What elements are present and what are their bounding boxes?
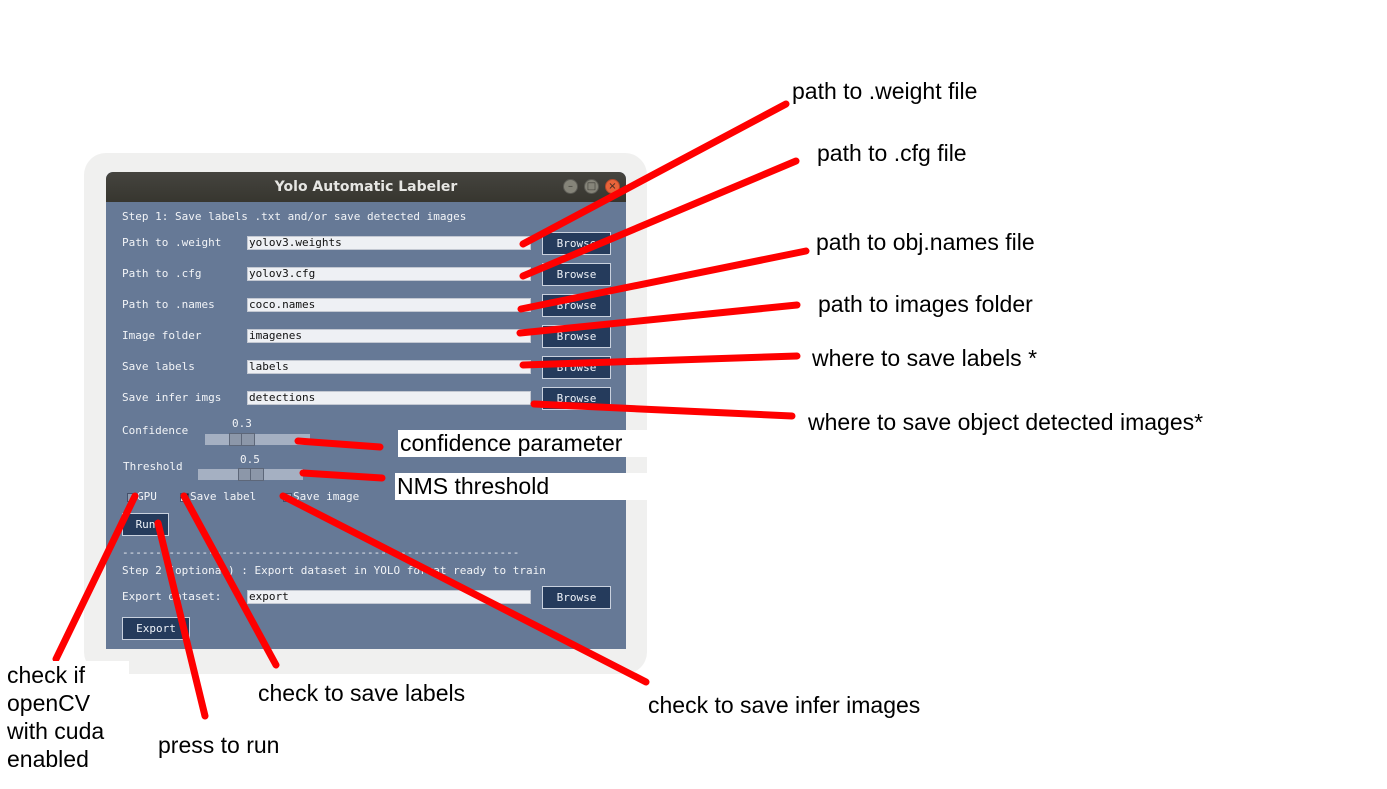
annotation-gpu: check if openCV with cuda enabled xyxy=(5,661,129,773)
annotation-line-nms xyxy=(299,469,386,482)
annotation-line-gpu xyxy=(52,492,139,663)
annotation-lines xyxy=(52,100,810,720)
annotation-line-run xyxy=(154,519,209,720)
annotation-save-imgs: where to save object detected images* xyxy=(808,409,1204,435)
annotation-line-save-image xyxy=(279,492,650,686)
annotation-run: press to run xyxy=(158,732,280,758)
annotation-names: path to obj.names file xyxy=(816,229,1035,255)
annotation-line-save-labels xyxy=(519,352,801,369)
annotation-save-labels: where to save labels * xyxy=(812,345,1038,371)
annotation-weight: path to .weight file xyxy=(792,78,978,104)
annotation-line-save-imgs xyxy=(530,400,796,420)
annotation-cfg: path to .cfg file xyxy=(817,140,967,166)
annotation-line-confidence xyxy=(294,437,384,451)
annotation-confidence: confidence parameter xyxy=(398,430,648,457)
annotation-images: path to images folder xyxy=(818,291,1033,317)
annotation-line-images xyxy=(516,301,801,337)
annotation-line-save-label xyxy=(180,492,280,669)
annotation-save-image-check: check to save infer images xyxy=(648,692,921,718)
annotation-nms: NMS threshold xyxy=(395,473,648,500)
annotation-save-label-check: check to save labels xyxy=(258,680,466,706)
